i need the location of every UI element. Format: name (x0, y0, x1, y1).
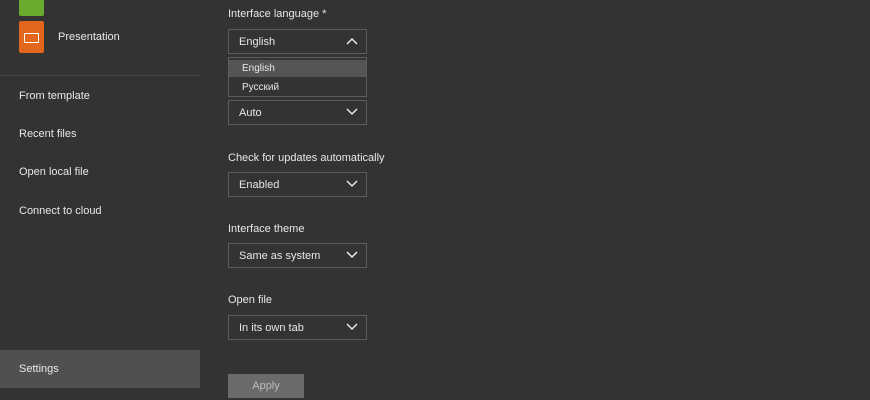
updates-value: Enabled (239, 178, 280, 191)
theme-select[interactable]: Same as system (228, 243, 367, 268)
nav-recent-files[interactable]: Recent files (0, 115, 200, 153)
sidebar-divider (0, 75, 200, 76)
chevron-down-icon (346, 108, 358, 116)
language-option-russian[interactable]: Русский (229, 79, 366, 96)
language-option-english[interactable]: English (229, 60, 366, 77)
chevron-down-icon (346, 323, 358, 331)
updates-select[interactable]: Enabled (228, 172, 367, 197)
sidebar: Presentation From template Recent files … (0, 0, 200, 400)
open-file-select[interactable]: In its own tab (228, 315, 367, 340)
scaling-value: Auto (239, 106, 262, 119)
interface-language-value: English (239, 35, 276, 48)
updates-label: Check for updates automatically (228, 152, 385, 164)
language-dropdown-list: English Русский (228, 57, 367, 97)
apply-button[interactable]: Apply (228, 374, 304, 398)
spreadsheet-icon (19, 0, 44, 16)
chevron-down-icon (346, 180, 358, 188)
new-spreadsheet-item[interactable] (19, 0, 58, 17)
scaling-select[interactable]: Auto (228, 100, 367, 125)
chevron-down-icon (346, 251, 358, 259)
open-file-label: Open file (228, 294, 273, 306)
interface-language-select[interactable]: English (228, 29, 367, 54)
nav-settings[interactable]: Settings (0, 350, 200, 388)
chevron-up-icon (346, 37, 358, 45)
theme-label: Interface theme (228, 223, 305, 235)
interface-language-label: Interface language * (228, 8, 327, 20)
theme-value: Same as system (239, 249, 321, 262)
open-file-value: In its own tab (239, 321, 304, 334)
nav-connect-to-cloud[interactable]: Connect to cloud (0, 192, 200, 230)
presentation-icon (19, 21, 44, 53)
new-presentation-item[interactable]: Presentation (19, 20, 120, 54)
presentation-label: Presentation (58, 31, 120, 43)
nav-from-template[interactable]: From template (0, 77, 200, 115)
nav-open-local-file[interactable]: Open local file (0, 153, 200, 191)
